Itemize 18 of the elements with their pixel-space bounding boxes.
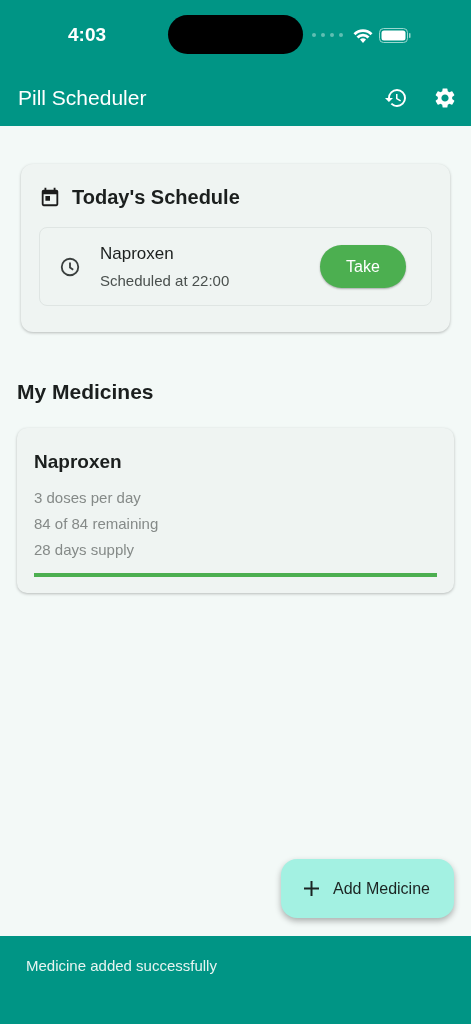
- medicine-detail: 28 days supply: [34, 540, 136, 560]
- section-heading: My Medicines: [17, 379, 155, 405]
- battery-icon: [379, 27, 411, 43]
- status-time: 4:03: [68, 22, 108, 47]
- wifi-icon: [353, 27, 373, 43]
- calendar-icon: [39, 186, 61, 208]
- medicine-detail: 3 doses per day: [34, 488, 142, 508]
- medicine-name: Naproxen: [100, 243, 175, 265]
- section-title: Today's Schedule: [72, 185, 240, 210]
- clock-icon: [59, 255, 81, 278]
- snackbar-message: Medicine added successfully: [26, 957, 217, 974]
- settings-icon[interactable]: [433, 86, 457, 110]
- medicine-detail: 84 of 84 remaining: [34, 514, 160, 534]
- medicine-name: Naproxen: [34, 449, 123, 474]
- add-medicine-button[interactable]: Add Medicine: [281, 859, 454, 918]
- app-title: Pill Scheduler: [18, 85, 147, 112]
- plus-icon: [303, 880, 320, 897]
- scheduled-time: Scheduled at 22:00: [100, 270, 230, 291]
